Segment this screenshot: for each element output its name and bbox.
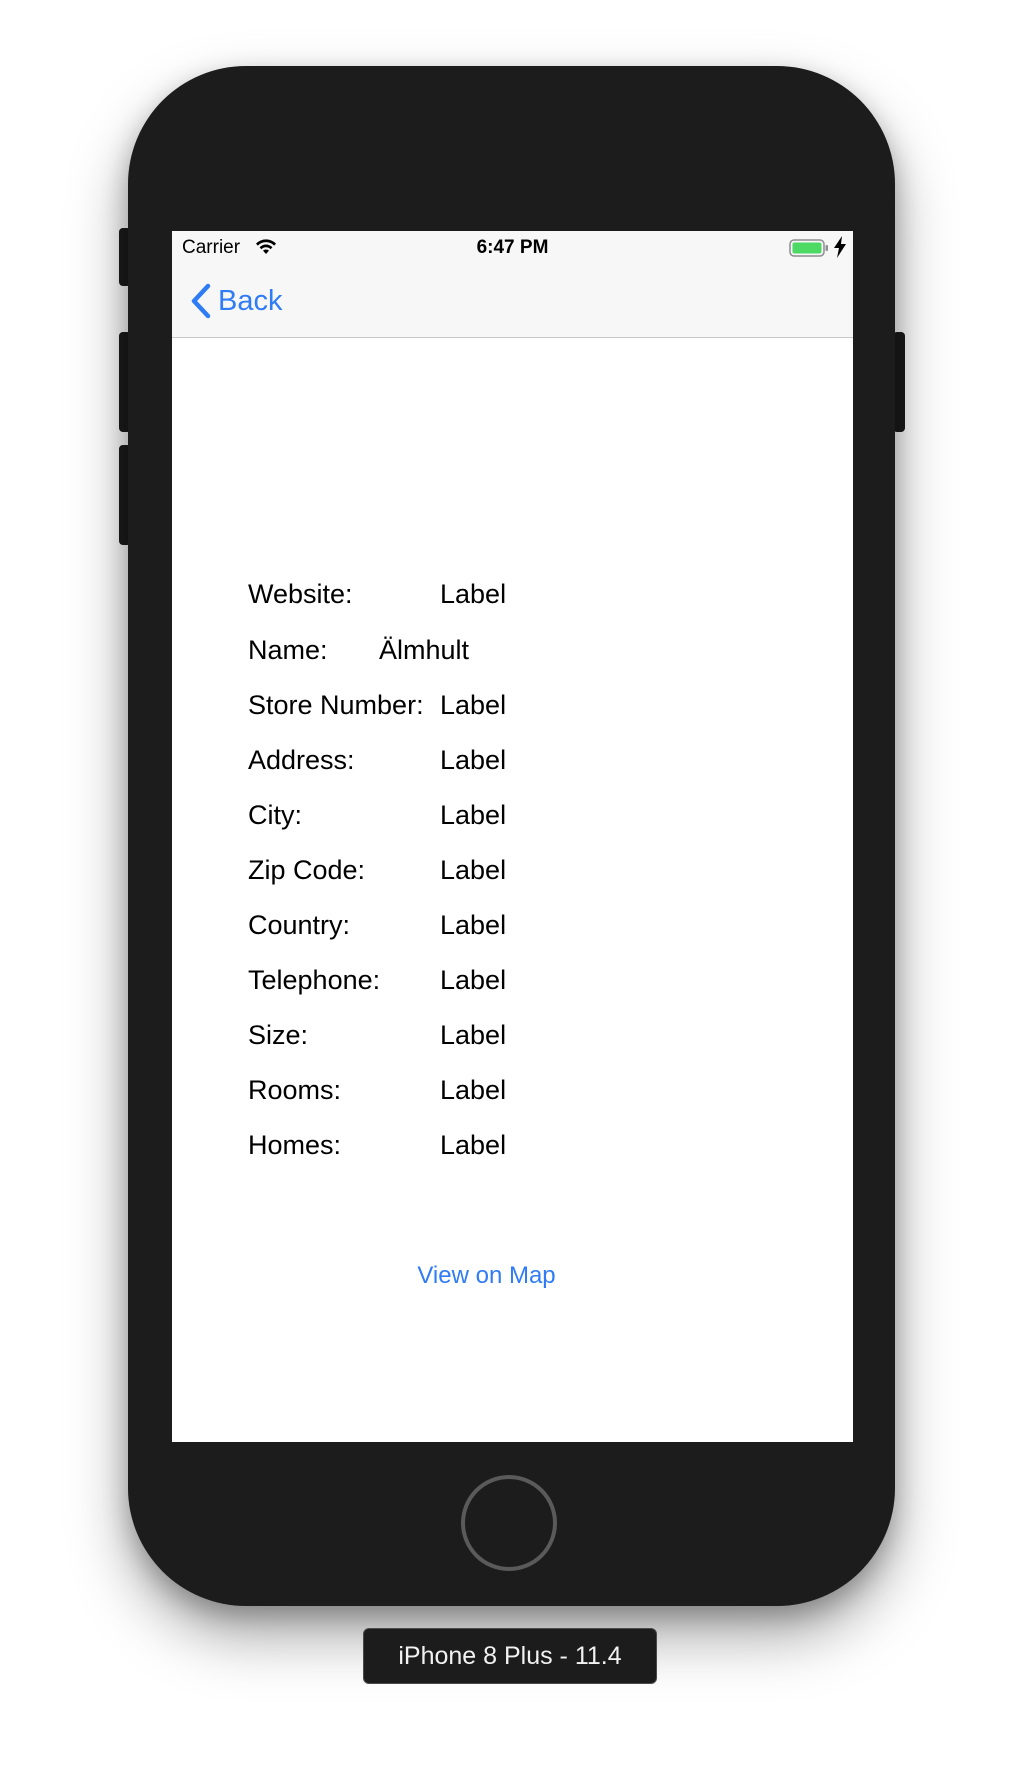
detail-value: Label	[440, 690, 507, 720]
device-name-label: iPhone 8 Plus - 11.4	[363, 1628, 657, 1684]
device-name-text: iPhone 8 Plus - 11.4	[398, 1641, 622, 1670]
back-button-label: Back	[218, 284, 283, 317]
chevron-left-icon	[191, 283, 211, 319]
detail-label: Size:	[248, 1020, 309, 1050]
detail-label: Website:	[248, 579, 353, 609]
detail-label: Zip Code:	[248, 855, 366, 885]
store-details: Website: Label Name: Älmhult Store Numbe…	[172, 338, 853, 1442]
detail-label: Address:	[248, 745, 355, 775]
detail-value: Label	[440, 1130, 507, 1160]
detail-value: Label	[440, 745, 507, 775]
status-time: 6:47 PM	[476, 237, 549, 258]
detail-label: Store Number:	[248, 690, 424, 720]
detail-label: Homes:	[248, 1130, 342, 1160]
detail-label: Telephone:	[248, 965, 381, 995]
battery-charging-icon	[789, 239, 828, 257]
device-screen: Carrier 6:47 PM Back Website: Label Name…	[172, 231, 853, 1442]
view-on-map-label: View on Map	[417, 1262, 556, 1289]
back-button[interactable]: Back	[190, 281, 282, 321]
status-bar: Carrier 6:47 PM	[172, 231, 853, 265]
view-on-map-button[interactable]: View on Map	[172, 1262, 853, 1290]
detail-label: City:	[248, 800, 302, 830]
detail-value: Älmhult	[379, 635, 470, 665]
detail-value: Label	[440, 965, 507, 995]
charging-bolt-icon	[834, 236, 846, 258]
detail-value: Label	[440, 1075, 507, 1105]
simulator-window: Carrier 6:47 PM Back Website: Label Name…	[0, 0, 1024, 1770]
detail-value: Label	[440, 800, 507, 830]
detail-value: Label	[440, 910, 507, 940]
detail-value: Label	[440, 1020, 507, 1050]
detail-label: Name:	[248, 635, 328, 665]
detail-label: Rooms:	[248, 1075, 342, 1105]
detail-value: Label	[440, 579, 507, 609]
home-button[interactable]	[461, 1475, 557, 1571]
detail-label: Country:	[248, 910, 351, 940]
navigation-bar: Back	[172, 265, 853, 338]
detail-value: Label	[440, 855, 507, 885]
